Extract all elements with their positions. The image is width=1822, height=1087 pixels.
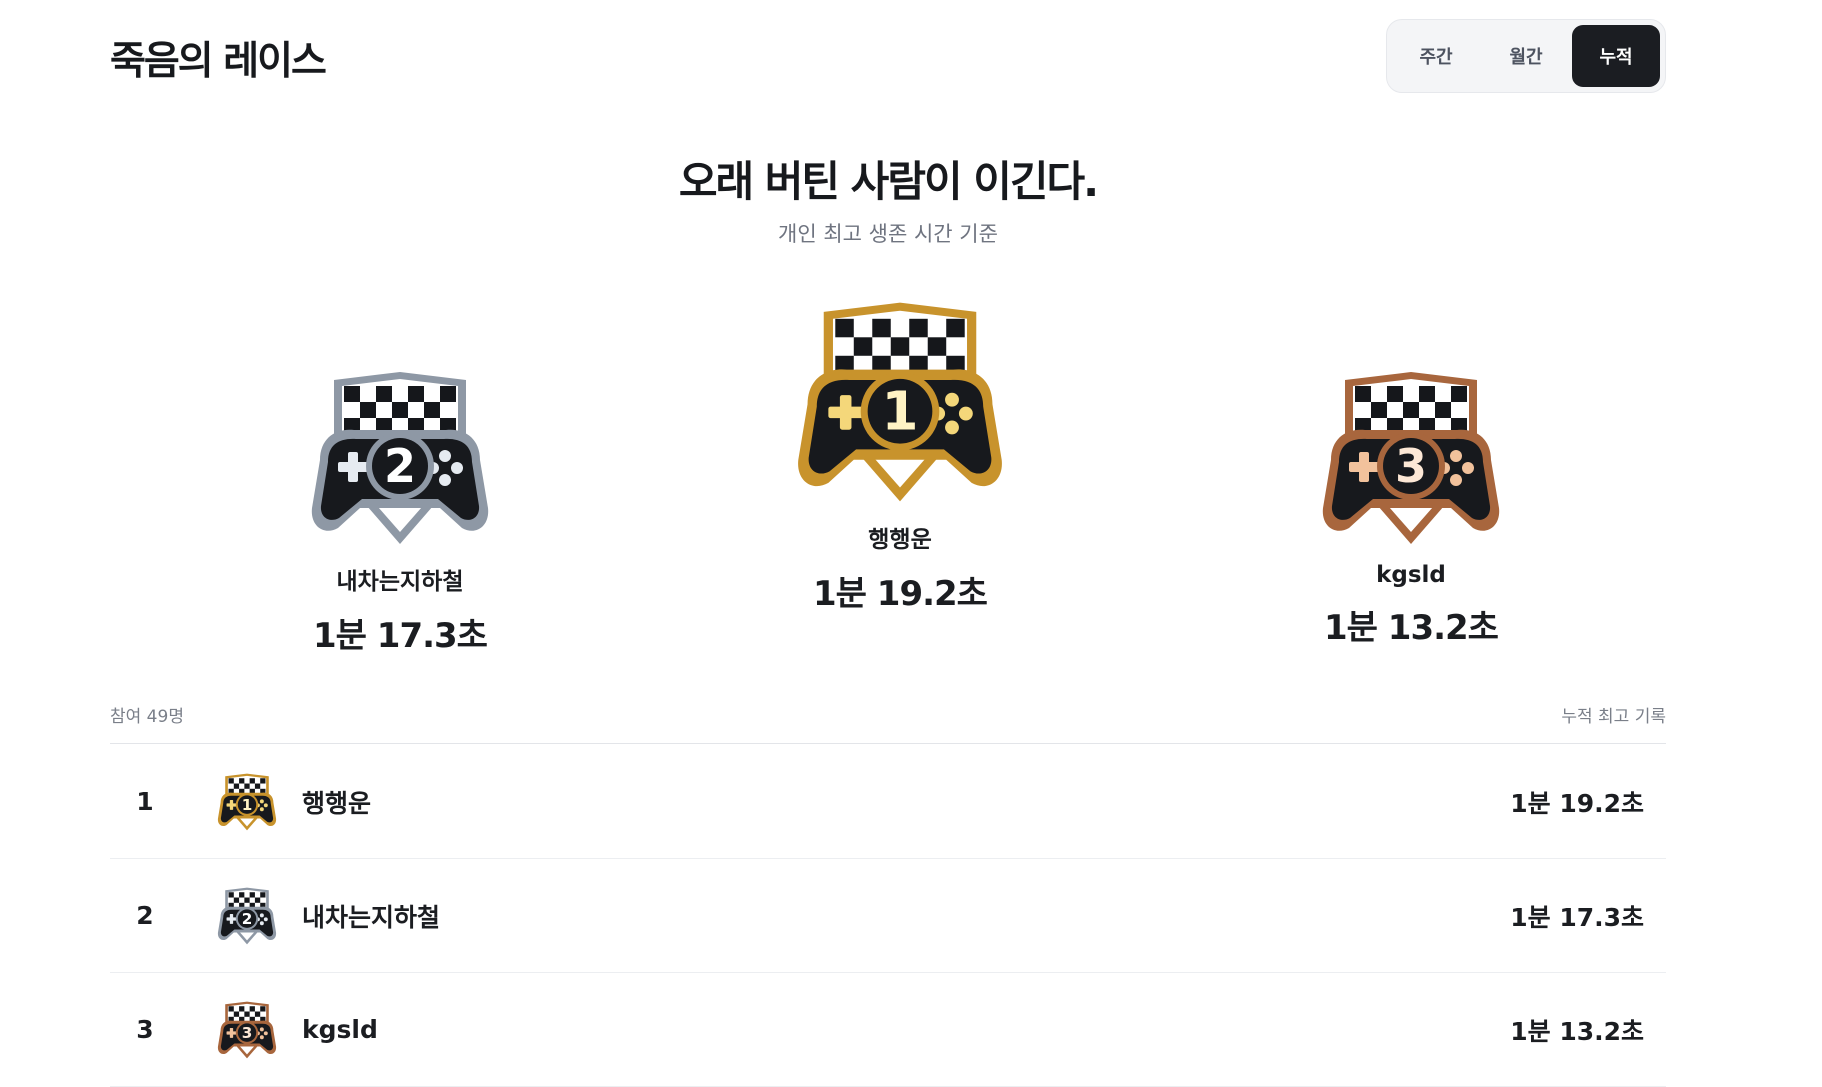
podium-time: 1분 13.2초: [1324, 608, 1499, 648]
svg-text:2: 2: [242, 909, 253, 927]
page-title: 죽음의 레이스: [110, 39, 327, 84]
tab-monthly[interactable]: 월간: [1482, 25, 1570, 87]
leaderboard-page: 죽음의 레이스 주간 월간 누적 오래 버틴 사람이 이긴다. 개인 최고 생존…: [110, 0, 1666, 1087]
podium-name: kgsld: [1376, 562, 1446, 588]
row-time: 1분 17.3초: [1510, 902, 1644, 932]
podium-time: 1분 19.2초: [813, 574, 988, 614]
row-time: 1분 19.2초: [1510, 788, 1644, 818]
svg-text:3: 3: [242, 1023, 253, 1041]
row-rank: 3: [136, 1015, 154, 1044]
podium-name: 내차는지하철: [336, 569, 464, 595]
participant-count: 참여 49명: [110, 707, 184, 727]
ranking-list-header: 참여 49명 누적 최고 기록: [110, 702, 1666, 744]
row-player-name: 내차는지하철: [302, 902, 441, 932]
tab-weekly[interactable]: 주간: [1392, 25, 1480, 87]
podium-first: 1 행행운 1분 19.2초: [765, 298, 1035, 615]
row-player-name: 행행운: [302, 788, 372, 818]
podium-name: 행행운: [868, 527, 932, 553]
period-tabs: 주간 월간 누적: [1386, 19, 1666, 93]
trophy-gamepad-silver-icon: 2: [311, 372, 489, 544]
trophy-gamepad-silver-icon: 2: [217, 887, 277, 944]
row-rank: 2: [136, 901, 154, 930]
svg-text:2: 2: [384, 439, 416, 493]
podium-time: 1분 17.3초: [313, 616, 488, 656]
trophy-gamepad-bronze-icon: 3: [217, 1001, 277, 1058]
podium-second: 2 내차는지하철 1분 17.3초: [265, 368, 535, 657]
trophy-gamepad-gold-icon: 1: [798, 302, 1002, 502]
svg-text:3: 3: [1395, 439, 1427, 493]
table-row[interactable]: 1 1 행행운 1분 19.2초: [110, 745, 1666, 859]
hero-headline: 오래 버틴 사람이 이긴다.: [678, 157, 1099, 206]
ranking-list: 1 1 행행운 1분 19.2초 2 2 내차는지하철 1분 17.3초 3 3…: [110, 745, 1666, 1087]
table-row[interactable]: 3 3 kgsld 1분 13.2초: [110, 973, 1666, 1087]
podium-third: 3 kgsld 1분 13.2초: [1276, 368, 1546, 649]
record-column-label: 누적 최고 기록: [1561, 707, 1666, 727]
trophy-gamepad-gold-icon: 1: [217, 773, 277, 830]
row-rank: 1: [136, 787, 154, 816]
row-time: 1분 13.2초: [1510, 1016, 1644, 1046]
svg-text:1: 1: [242, 795, 253, 813]
table-row[interactable]: 2 2 내차는지하철 1분 17.3초: [110, 859, 1666, 973]
trophy-gamepad-bronze-icon: 3: [1322, 372, 1500, 544]
tab-cumulative[interactable]: 누적: [1572, 25, 1660, 87]
hero-subtitle: 개인 최고 생존 시간 기준: [778, 222, 998, 246]
svg-text:1: 1: [882, 381, 919, 443]
row-player-name: kgsld: [302, 1015, 378, 1044]
